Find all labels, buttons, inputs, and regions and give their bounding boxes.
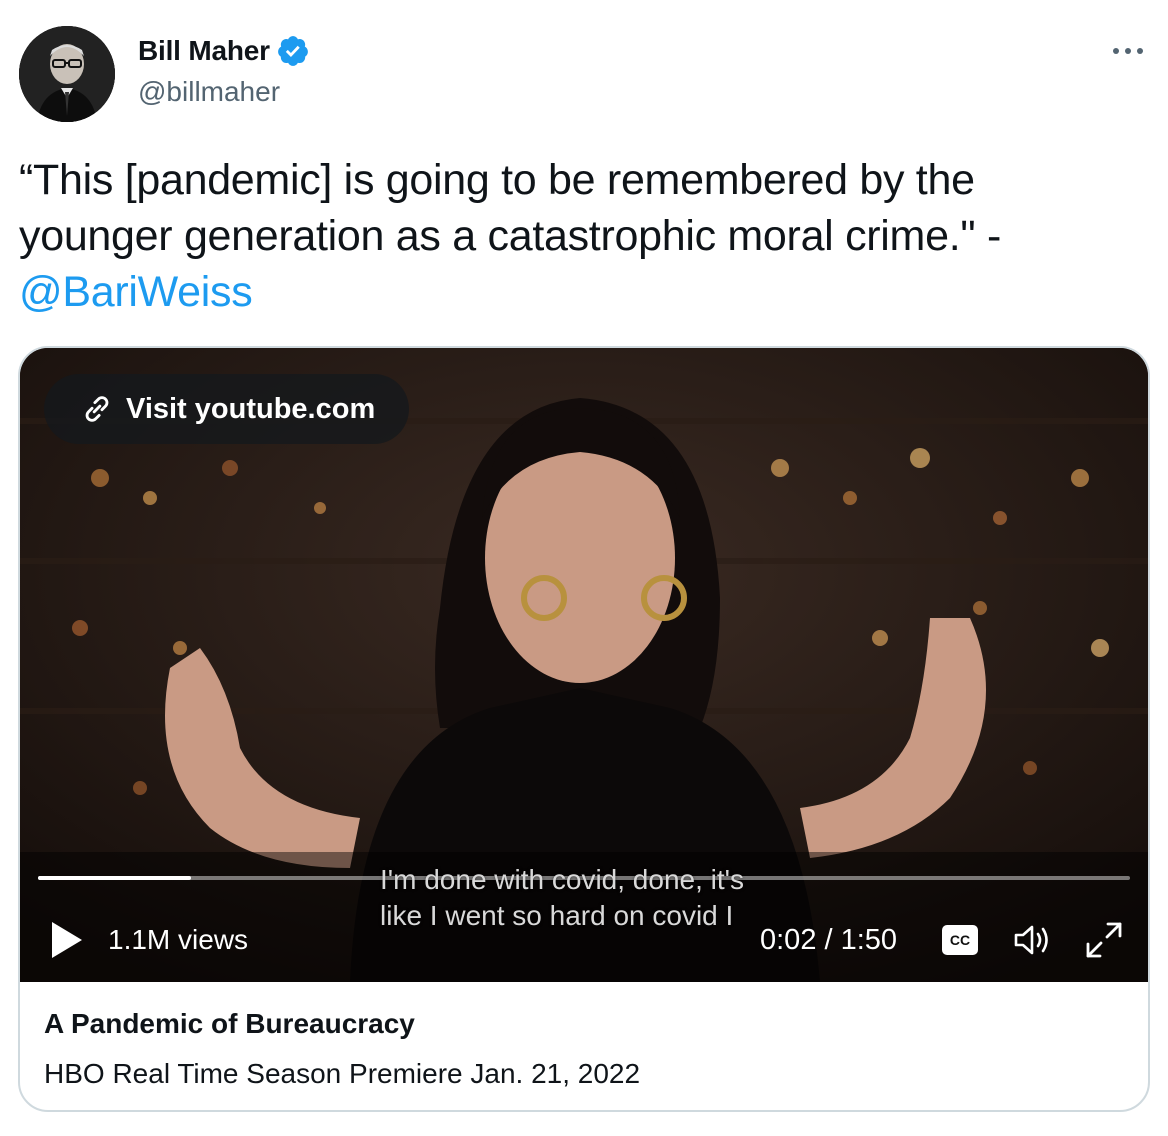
card-description: HBO Real Time Season Premiere Jan. 21, 2… — [44, 1058, 641, 1089]
link-icon — [80, 392, 114, 426]
video-player[interactable]: Visit youtube.com I'm done with covid, d… — [20, 348, 1148, 982]
progress-fill — [38, 876, 191, 880]
caption-line-1: I'm done with covid, done, it's — [380, 864, 744, 895]
tweet-text: “This [pandemic] is going to be remember… — [19, 152, 1149, 320]
view-count: 1.1M views — [108, 924, 249, 955]
video-card[interactable]: Visit youtube.com I'm done with covid, d… — [18, 346, 1150, 1112]
avatar[interactable] — [19, 26, 115, 122]
fullscreen-icon[interactable] — [1084, 920, 1124, 960]
caption-line-2: like I went so hard on covid I — [380, 900, 734, 931]
tweet-text-line-2: younger generation as a catastrophic mor… — [19, 212, 1001, 260]
avatar-photo-icon — [19, 26, 115, 122]
visit-youtube-label: Visit youtube.com — [126, 392, 376, 425]
video-time: 0:02 / 1:50 — [760, 924, 898, 956]
volume-icon[interactable] — [1012, 922, 1054, 958]
display-name[interactable]: Bill Maher — [138, 35, 270, 67]
tweet: Bill Maher @billmaher “This [pandemic] i… — [0, 0, 1168, 1136]
verified-badge-icon — [276, 34, 310, 68]
card-title: A Pandemic of Bureaucracy — [44, 1008, 415, 1039]
handle[interactable]: @billmaher — [138, 76, 280, 108]
video-caption: I'm done with covid, done, it's like I w… — [380, 862, 744, 934]
tweet-text-line-1: “This [pandemic] is going to be remember… — [19, 156, 975, 204]
visit-youtube-button[interactable]: Visit youtube.com — [44, 374, 410, 444]
mention-link[interactable]: @BariWeiss — [19, 264, 1149, 320]
more-icon[interactable] — [1110, 38, 1146, 64]
play-icon[interactable] — [50, 920, 84, 960]
name-row[interactable]: Bill Maher — [138, 34, 310, 68]
closed-captions-button[interactable]: CC — [942, 925, 978, 955]
card-meta[interactable]: A Pandemic of Bureaucracy HBO Real Time … — [44, 1004, 1124, 1094]
